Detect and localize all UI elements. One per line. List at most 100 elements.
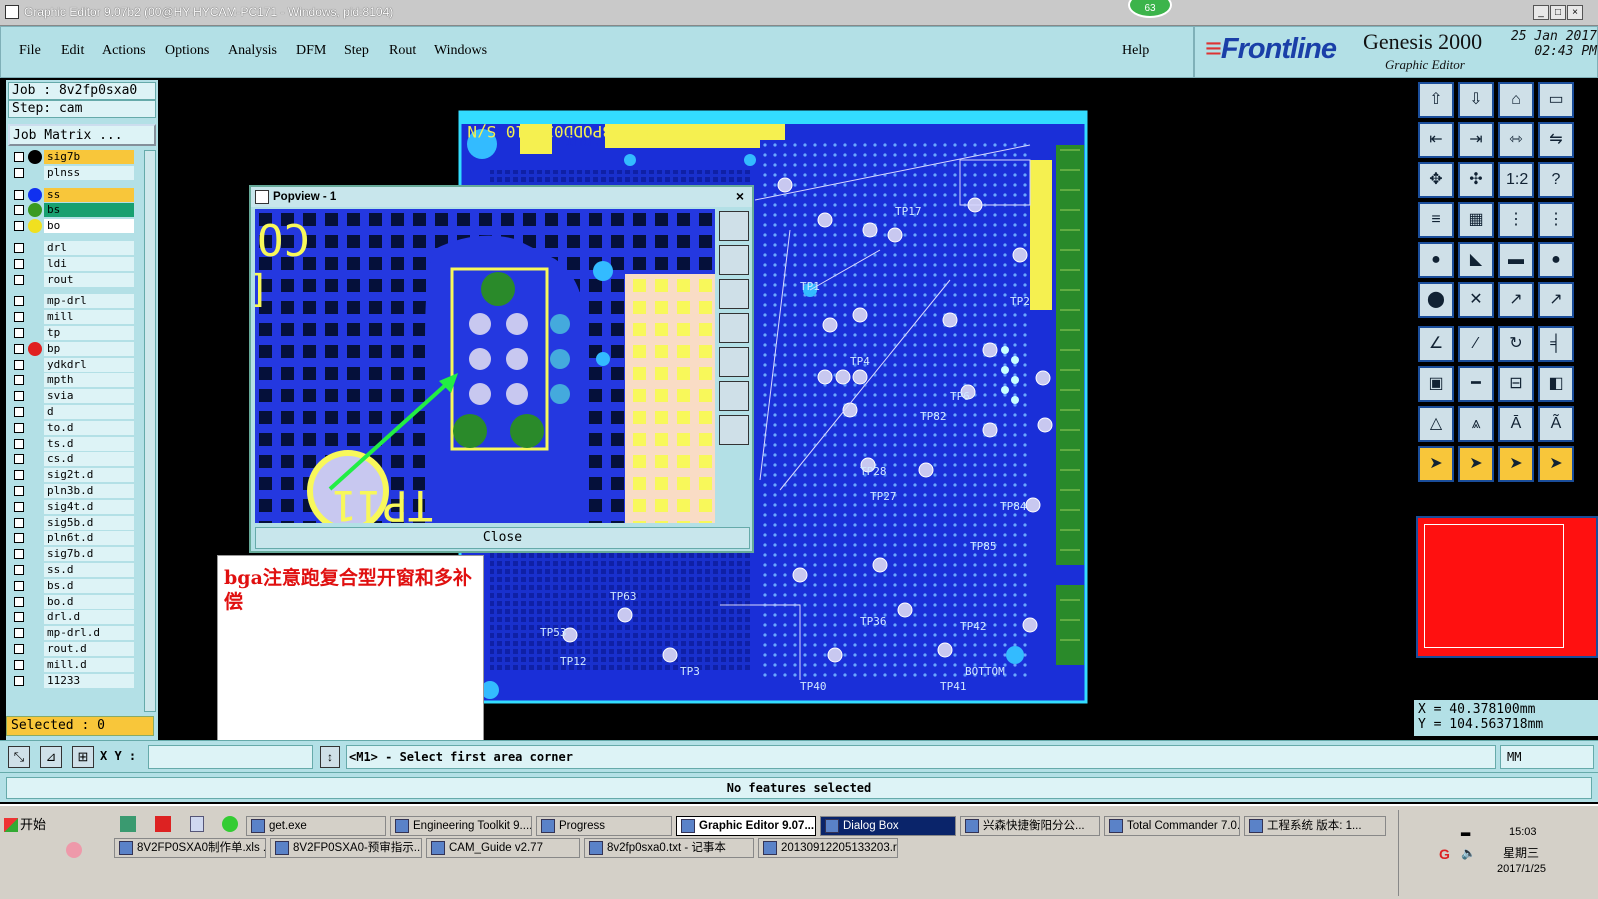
layer-checkbox[interactable]: [14, 659, 24, 670]
layer-row[interactable]: mill: [10, 310, 136, 325]
menu-options[interactable]: Options: [165, 43, 209, 59]
taskbar-button[interactable]: 8V2FP0SXA0制作单.xls ...: [114, 838, 266, 858]
menu-rout[interactable]: Rout: [389, 43, 416, 59]
layer-row[interactable]: svia: [10, 389, 136, 404]
box-icon[interactable]: ▣: [1418, 366, 1454, 402]
layer-checkbox[interactable]: [14, 221, 24, 232]
bottom-view-icon[interactable]: ⇩: [1458, 82, 1494, 118]
taskbar-button[interactable]: Dialog Box: [820, 816, 956, 836]
quicklaunch-icon-3[interactable]: [190, 816, 204, 832]
flip-icon[interactable]: ⇋: [1538, 122, 1574, 158]
layer-checkbox[interactable]: [14, 274, 24, 285]
taskbar-button[interactable]: Engineering Toolkit 9....: [390, 816, 532, 836]
layer-checkbox[interactable]: [14, 258, 24, 269]
window-icon[interactable]: ▭: [1538, 82, 1574, 118]
menu-file[interactable]: File: [19, 43, 41, 59]
layer-checkbox[interactable]: [14, 205, 24, 216]
taskbar-button[interactable]: 8v2fp0sxa0.txt - 记事本: [584, 838, 754, 858]
popview-close-button[interactable]: Close: [255, 527, 750, 549]
layer-row[interactable]: sig5b.d: [10, 515, 136, 530]
taskbar-button[interactable]: 工程系统 版本: 1...: [1244, 816, 1386, 836]
start-button[interactable]: 开始: [2, 814, 56, 836]
maximize-button[interactable]: □: [1550, 5, 1566, 20]
taskbar-button[interactable]: 8V2FP0SXA0-预审指示....: [270, 838, 422, 858]
layer-row[interactable]: mp-drl.d: [10, 626, 136, 641]
layer-checkbox[interactable]: [14, 612, 24, 623]
layer-checkbox[interactable]: [14, 675, 24, 686]
menu-dfm[interactable]: DFM: [296, 43, 326, 59]
layer-row[interactable]: drl: [10, 241, 136, 255]
grid-icon[interactable]: ▦: [1458, 202, 1494, 238]
layer-checkbox[interactable]: [14, 391, 24, 402]
slash-icon[interactable]: ∕: [1458, 326, 1494, 362]
layer-row[interactable]: sig7b: [10, 150, 136, 164]
layer-row[interactable]: ydkdrl: [10, 357, 136, 372]
popview-pan-right-icon[interactable]: [719, 347, 749, 377]
job-matrix-button[interactable]: Job Matrix ...: [8, 124, 156, 146]
layer-row[interactable]: plnss: [10, 165, 136, 180]
home-icon[interactable]: ⌂: [1498, 82, 1534, 118]
minimize-button[interactable]: _: [1533, 5, 1549, 20]
layer-checkbox[interactable]: [14, 243, 24, 253]
layer-row[interactable]: 11233: [10, 673, 136, 688]
circle-icon[interactable]: ●: [1538, 242, 1574, 278]
layer-checkbox[interactable]: [14, 580, 24, 591]
scale-icon[interactable]: 1:2: [1498, 162, 1534, 198]
layer-row[interactable]: ts.d: [10, 436, 136, 451]
layer-checkbox[interactable]: [14, 438, 24, 449]
text-a-icon[interactable]: Ā: [1498, 406, 1534, 442]
menu-actions[interactable]: Actions: [102, 43, 146, 59]
quicklaunch-icon-5[interactable]: [66, 842, 82, 858]
select-icon[interactable]: ➤: [1418, 446, 1454, 482]
layers-icon[interactable]: ⋮: [1498, 202, 1534, 238]
arc-icon[interactable]: ⩓: [1458, 406, 1494, 442]
xy-input[interactable]: [148, 745, 313, 769]
taskbar-button[interactable]: Progress: [536, 816, 672, 836]
layer-row[interactable]: sig4t.d: [10, 499, 136, 514]
rotate-icon[interactable]: ↻: [1498, 326, 1534, 362]
taskbar-button[interactable]: CAM_Guide v2.77: [426, 838, 580, 858]
list-icon[interactable]: ≡: [1418, 202, 1454, 238]
layer-checkbox[interactable]: [14, 596, 24, 607]
menu-step[interactable]: Step: [344, 43, 369, 59]
taskbar-button[interactable]: Graphic Editor 9.07...: [676, 816, 816, 836]
layer-checkbox[interactable]: [14, 152, 24, 162]
popview-zoom-icon[interactable]: [719, 211, 749, 241]
popview-close-icon[interactable]: ×: [732, 189, 748, 205]
popview-fit-icon[interactable]: [719, 381, 749, 411]
snap-icon[interactable]: ⋮: [1538, 202, 1574, 238]
layer-row[interactable]: ldi: [10, 256, 136, 271]
grid-icon[interactable]: ⊞: [72, 746, 94, 768]
popview-title-bar[interactable]: Popview - 1: [251, 187, 752, 207]
layer-row[interactable]: tp: [10, 326, 136, 340]
popview-pan-left-icon[interactable]: [719, 313, 749, 343]
menu-windows[interactable]: Windows: [434, 43, 487, 59]
taskbar-button[interactable]: 兴森快捷衡阳分公...: [960, 816, 1100, 836]
layer-row[interactable]: mill.d: [10, 657, 136, 672]
copy-icon[interactable]: ↗: [1538, 282, 1574, 318]
layer-row[interactable]: mp-drl: [10, 294, 136, 309]
tray-network-icon[interactable]: ▂: [1461, 822, 1475, 836]
prev-icon[interactable]: ⇤: [1418, 122, 1454, 158]
layer-row[interactable]: rout.d: [10, 642, 136, 656]
layer-checkbox[interactable]: [14, 501, 24, 512]
layer-row[interactable]: ss: [10, 187, 136, 202]
minus-icon[interactable]: ━: [1458, 366, 1494, 402]
layer-checkbox[interactable]: [14, 565, 24, 575]
text-b-icon[interactable]: Ã: [1538, 406, 1574, 442]
overview-panel[interactable]: [1414, 516, 1598, 658]
layer-checkbox[interactable]: [14, 470, 24, 481]
tray-g-icon[interactable]: G: [1439, 846, 1453, 862]
delete-icon[interactable]: ✕: [1458, 282, 1494, 318]
layer-checkbox[interactable]: [14, 343, 24, 354]
node-icon[interactable]: ⬤: [1418, 282, 1454, 318]
layer-row[interactable]: bs.d: [10, 578, 136, 593]
taskbar-button[interactable]: Total Commander 7.0...: [1104, 816, 1240, 836]
layer-row[interactable]: sig2t.d: [10, 468, 136, 483]
layer-checkbox[interactable]: [14, 644, 24, 654]
angle-icon[interactable]: ∠: [1418, 326, 1454, 362]
layer-checkbox[interactable]: [14, 422, 24, 433]
window-title-bar[interactable]: Graphic Editor 9.07b2 (00@HY-HYCAM-PC171…: [0, 0, 1598, 26]
layer-row[interactable]: bo: [10, 219, 136, 234]
popview-home-icon[interactable]: [719, 415, 749, 445]
